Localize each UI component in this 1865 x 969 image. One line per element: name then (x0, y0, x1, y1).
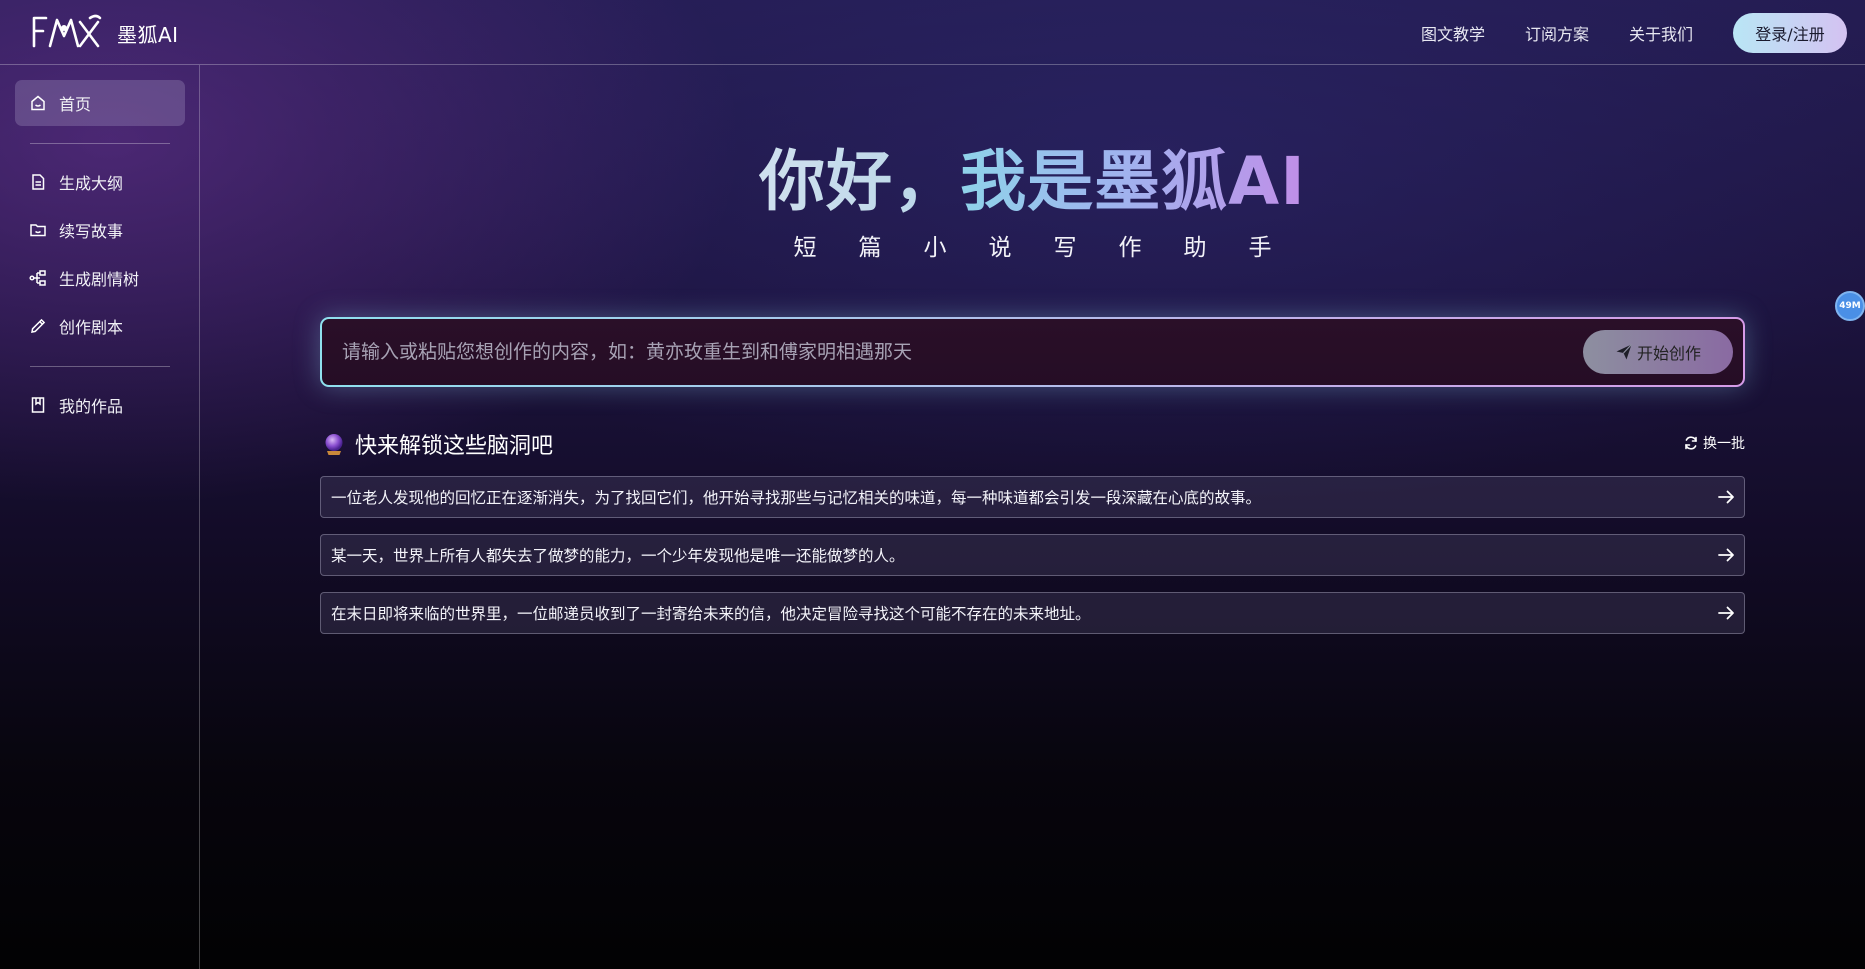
suggestion-item[interactable]: 某一天，世界上所有人都失去了做梦的能力，一个少年发现他是唯一还能做梦的人。 (320, 534, 1745, 576)
crystal-ball-icon (325, 434, 343, 455)
top-header: 墨狐AI 图文教学 订阅方案 关于我们 登录/注册 (0, 0, 1865, 65)
hero-subtitle: 短篇小说写作助手 (793, 235, 1314, 261)
refresh-icon (1685, 436, 1697, 450)
suggestions-title-text: 快来解锁这些脑洞吧 (355, 434, 554, 459)
nav-pricing[interactable]: 订阅方案 (1525, 21, 1589, 45)
tree-icon (29, 270, 46, 286)
prompt-composer: 开始创作 (320, 317, 1745, 387)
refresh-suggestions-button[interactable]: 换一批 (1683, 433, 1745, 453)
suggestion-item[interactable]: 一位老人发现他的回忆正在逐渐消失，为了找回它们，他开始寻找那些与记忆相关的味道，… (320, 476, 1745, 518)
refresh-label: 换一批 (1703, 436, 1745, 452)
suggestion-text: 某一天，世界上所有人都失去了做梦的能力，一个少年发现他是唯一还能做梦的人。 (331, 547, 905, 565)
arrow-right-icon (1718, 548, 1734, 562)
top-nav: 图文教学 订阅方案 关于我们 登录/注册 (1421, 0, 1865, 65)
floating-memory-badge[interactable]: 49M (1835, 291, 1865, 321)
sidebar-item-my-works[interactable]: 我的作品 (15, 382, 185, 428)
hero-title: 你好，我是墨狐AI (0, 128, 1865, 224)
send-icon (1616, 344, 1632, 360)
home-icon (31, 95, 45, 111)
suggestion-text: 在末日即将来临的世界里，一位邮递员收到了一封寄给未来的信，他决定冒险寻找这个可能… (331, 605, 1091, 623)
hero-name: 我是墨狐AI (960, 143, 1306, 220)
prompt-input[interactable] (342, 319, 1522, 385)
arrow-right-icon (1718, 606, 1734, 620)
sidebar-item-label: 首页 (59, 95, 92, 114)
suggestion-text: 一位老人发现他的回忆正在逐渐消失，为了找回它们，他开始寻找那些与记忆相关的味道，… (331, 489, 1262, 507)
sidebar-item-label: 创作剧本 (59, 318, 124, 337)
fox-logo-icon[interactable] (30, 12, 104, 52)
start-create-label: 开始创作 (1636, 344, 1701, 363)
sidebar-item-label: 生成剧情树 (59, 270, 140, 289)
sidebar-item-home[interactable]: 首页 (15, 80, 185, 126)
brand-name[interactable]: 墨狐AI (117, 19, 179, 48)
sidebar-divider (30, 366, 170, 367)
arrow-right-icon (1718, 490, 1734, 504)
bookmark-book-icon (31, 397, 45, 413)
pencil-icon (31, 318, 46, 333)
sidebar-item-plot-tree[interactable]: 生成剧情树 (15, 255, 185, 301)
suggestions-title: 快来解锁这些脑洞吧 (322, 428, 553, 460)
nav-about[interactable]: 关于我们 (1629, 21, 1693, 45)
hero-greeting: 你好， (759, 143, 961, 220)
suggestion-item[interactable]: 在末日即将来临的世界里，一位邮递员收到了一封寄给未来的信，他决定冒险寻找这个可能… (320, 592, 1745, 634)
sidebar-item-script[interactable]: 创作剧本 (15, 303, 185, 349)
sidebar-item-label: 我的作品 (59, 397, 124, 416)
login-register-button[interactable]: 登录/注册 (1733, 12, 1847, 53)
start-create-button[interactable]: 开始创作 (1583, 330, 1733, 374)
nav-tutorial[interactable]: 图文教学 (1421, 21, 1485, 45)
